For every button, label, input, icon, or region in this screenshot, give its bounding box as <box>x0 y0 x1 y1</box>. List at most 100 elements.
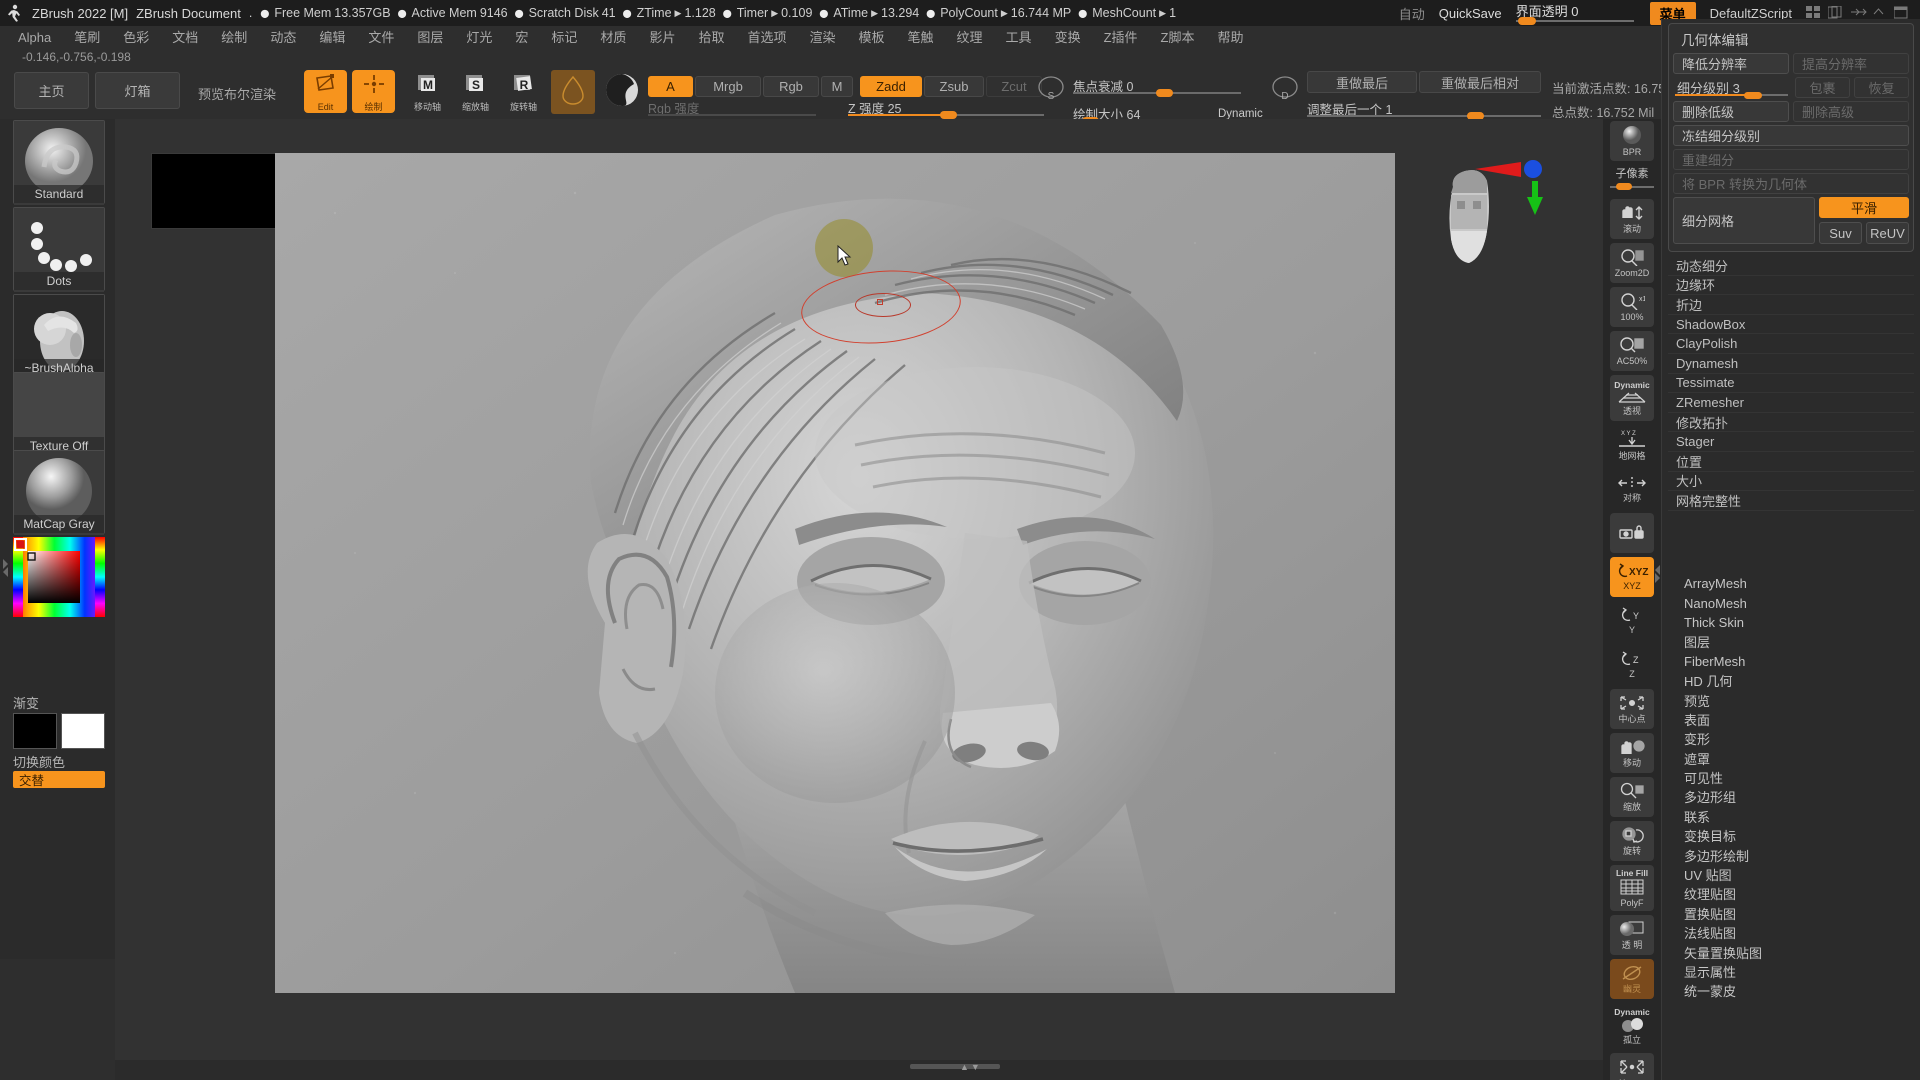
panel-section-多边形组[interactable]: 多边形组 <box>1674 787 1914 806</box>
panel-section-预览[interactable]: 预览 <box>1674 690 1914 709</box>
xyz-button[interactable]: XYZ XYZ <box>1610 557 1654 597</box>
rgb-toggle[interactable]: Rgb <box>763 76 819 97</box>
preview-render-label[interactable]: 预览布尔渲染 <box>198 84 276 103</box>
subpixel-slider[interactable]: 子像素 <box>1608 165 1656 195</box>
polyf-button[interactable]: Line Fill PolyF <box>1610 865 1654 911</box>
focal-shift-knob[interactable] <box>1156 89 1173 97</box>
delete-lower-button[interactable]: 删除低级 <box>1673 101 1789 122</box>
arrows-right-icon[interactable] <box>1850 6 1867 20</box>
panel-section-ClayPolish[interactable]: ClayPolish <box>1668 334 1914 354</box>
panel-section-NanoMesh[interactable]: NanoMesh <box>1674 593 1914 612</box>
scale-button[interactable]: 缩放 <box>1610 777 1654 817</box>
panel-section-显示属性[interactable]: 显示属性 <box>1674 962 1914 981</box>
wrap-button[interactable]: 包裹 <box>1795 77 1850 98</box>
divide-mesh-button[interactable]: 细分网格 <box>1673 197 1815 244</box>
suv-button[interactable]: Suv <box>1819 222 1862 244</box>
higher-resolution-button[interactable]: 提高分辨率 <box>1793 53 1909 74</box>
left-panel-collapse-handle[interactable] <box>2 549 10 586</box>
zadd-toggle[interactable]: Zadd <box>860 76 922 97</box>
actual-size-button[interactable]: x1 100% <box>1610 287 1654 327</box>
menu-item-文档[interactable]: 文档 <box>162 27 208 49</box>
panel-section-图层[interactable]: 图层 <box>1674 632 1914 651</box>
panel-section-ZRemesher[interactable]: ZRemesher <box>1668 393 1914 413</box>
pages-icon[interactable] <box>1827 5 1844 20</box>
rgb-intensity-slider[interactable]: Rgb 强度 <box>648 98 816 116</box>
zoom2d-button[interactable]: Zoom2D <box>1610 243 1654 283</box>
material-swatch-button[interactable] <box>551 70 595 114</box>
panel-section-变形[interactable]: 变形 <box>1674 729 1914 748</box>
color-picker[interactable] <box>13 537 105 617</box>
y-button[interactable]: YY <box>1610 601 1654 641</box>
panel-section-矢量置换贴图[interactable]: 矢量置换贴图 <box>1674 942 1914 961</box>
matcap-swatch-button[interactable] <box>600 70 644 114</box>
panel-section-置换贴图[interactable]: 置换贴图 <box>1674 904 1914 923</box>
menu-item-Alpha[interactable]: Alpha <box>8 27 61 49</box>
edit-button[interactable]: Edit <box>304 70 347 113</box>
panel-section-UV 贴图[interactable]: UV 贴图 <box>1674 865 1914 884</box>
move-button[interactable]: 移动 <box>1610 733 1654 773</box>
material-selector[interactable]: MatCap Gray <box>13 450 105 535</box>
panel-section-可见性[interactable]: 可见性 <box>1674 768 1914 787</box>
rotate-axis-button[interactable]: R 旋转轴 <box>502 70 545 113</box>
panel-section-折边[interactable]: 折边 <box>1668 295 1914 315</box>
panel-section-ShadowBox[interactable]: ShadowBox <box>1668 315 1914 335</box>
menu-item-材质[interactable]: 材质 <box>590 27 636 49</box>
sculpt-document[interactable] <box>275 153 1395 993</box>
panel-section-大小[interactable]: 大小 <box>1668 472 1914 492</box>
auto-label[interactable]: 自动 <box>1399 4 1425 23</box>
reconstruct-subdivision-button[interactable]: 重建细分 <box>1673 149 1909 170</box>
alternate-button[interactable]: 交替 <box>13 771 105 788</box>
draw-button[interactable]: 绘制 <box>352 70 395 113</box>
panel-section-Stager[interactable]: Stager <box>1668 432 1914 452</box>
bpr-button[interactable]: BPR <box>1610 121 1654 161</box>
z-intensity-slider[interactable]: Z 强度 25 <box>848 98 1044 119</box>
switch-color-label[interactable]: 切换颜色 <box>13 752 65 771</box>
document-name[interactable]: ZBrush Document <box>136 6 241 21</box>
canvas-scroll-handle[interactable] <box>910 1064 1000 1069</box>
interface-opacity-slider[interactable]: 界面透明 0 <box>1515 0 1636 26</box>
panel-section-修改拓扑[interactable]: 修改拓扑 <box>1668 413 1914 433</box>
panel-section-位置[interactable]: 位置 <box>1668 452 1914 472</box>
menu-item-纹理[interactable]: 纹理 <box>947 27 993 49</box>
panel-section-多边形绘制[interactable]: 多边形绘制 <box>1674 845 1914 864</box>
freeze-subdivision-button[interactable]: 冻结细分级别 <box>1673 125 1909 146</box>
stroke-selector[interactable]: Dots <box>13 207 105 292</box>
subdivision-knob[interactable] <box>1743 92 1762 99</box>
alpha-toggle[interactable]: A <box>648 76 693 97</box>
panel-section-FiberMesh[interactable]: FiberMesh <box>1674 652 1914 671</box>
bpr-to-geometry-button[interactable]: 将 BPR 转换为几何体 <box>1673 173 1909 194</box>
transparent-button[interactable]: 透 明 <box>1610 915 1654 955</box>
panel-section-统一蒙皮[interactable]: 统一蒙皮 <box>1674 981 1914 1000</box>
canvas-area[interactable] <box>115 119 1603 1069</box>
canvas-resize-arrows-icon[interactable]: ▲▼ <box>960 1062 982 1072</box>
right-panel-collapse-handle[interactable] <box>1654 555 1662 592</box>
opacity-knob[interactable] <box>1517 17 1536 25</box>
panel-section-动态细分[interactable]: 动态细分 <box>1668 256 1914 276</box>
perspective-button[interactable]: Dynamic 透视 <box>1610 375 1654 421</box>
window-panel-icon[interactable] <box>1893 6 1910 20</box>
panel-section-网格完整性[interactable]: 网格完整性 <box>1668 491 1914 511</box>
home-button[interactable]: 主页 <box>14 72 89 109</box>
scroll-button[interactable]: 滚动 <box>1610 199 1654 239</box>
panel-section-Dynamesh[interactable]: Dynamesh <box>1668 354 1914 374</box>
secondary-color-swatch[interactable] <box>61 713 105 749</box>
menu-item-文件[interactable]: 文件 <box>358 27 404 49</box>
menu-item-工具[interactable]: 工具 <box>996 27 1042 49</box>
mrgb-toggle[interactable]: Mrgb <box>695 76 761 97</box>
subpixel-knob[interactable] <box>1616 183 1632 190</box>
gradient-label[interactable]: 渐变 <box>13 693 39 712</box>
lower-resolution-button[interactable]: 降低分辨率 <box>1673 53 1789 74</box>
menu-item-宏[interactable]: 宏 <box>505 27 538 49</box>
redo-last-button[interactable]: 重做最后 <box>1307 71 1417 93</box>
solo-button[interactable]: Dynamic 孤立 <box>1610 1003 1654 1049</box>
redo-last-relative-button[interactable]: 重做最后相对 <box>1419 71 1541 93</box>
lightbox-button[interactable]: 灯箱 <box>95 72 180 109</box>
menu-item-绘制[interactable]: 绘制 <box>211 27 257 49</box>
move-axis-button[interactable]: M 移动轴 <box>406 70 449 113</box>
brush-selector[interactable]: Standard <box>13 120 105 205</box>
panel-section-遮罩[interactable]: 遮罩 <box>1674 749 1914 768</box>
rotate-button[interactable]: 旋转 <box>1610 821 1654 861</box>
zsub-toggle[interactable]: Zsub <box>924 76 984 97</box>
document-thumbnail[interactable] <box>151 153 279 229</box>
alpha-selector[interactable]: ~BrushAlpha <box>13 294 105 379</box>
